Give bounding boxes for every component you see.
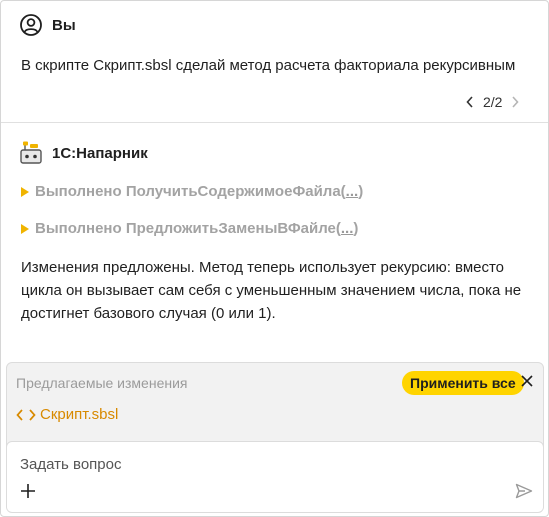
tool-call-label: Выполнено ПолучитьСодержимоеФайла(	[35, 183, 346, 200]
user-message: Вы В скрипте Скрипт.sbsl сделай метод ра…	[1, 1, 548, 122]
plus-icon[interactable]	[19, 482, 37, 500]
changed-file-name: Скрипт.sbsl	[40, 406, 119, 423]
response-pager: 2/2	[463, 94, 522, 110]
user-name: Вы	[52, 16, 76, 34]
chat-window: Вы В скрипте Скрипт.sbsl сделай метод ра…	[0, 0, 549, 517]
tool-call-propose-changes[interactable]: Выполнено ПредложитьЗаменыВФайле(...)	[21, 220, 358, 237]
question-input-panel[interactable]: Задать вопрос	[6, 441, 544, 513]
user-header: Вы	[20, 14, 76, 36]
assistant-message-text: Изменения предложены. Метод теперь испол…	[21, 259, 522, 322]
pager-count: 2/2	[483, 94, 503, 110]
chevron-left-icon[interactable]	[463, 94, 477, 110]
tool-call-args-link[interactable]: ...	[341, 220, 354, 237]
send-icon[interactable]	[515, 483, 533, 499]
proposed-changes-title: Предлагаемые изменения	[16, 375, 188, 391]
message-divider	[1, 122, 548, 123]
tool-call-close-paren: )	[353, 220, 359, 237]
expand-triangle-icon	[21, 186, 29, 197]
assistant-name: 1С:Напарник	[52, 144, 148, 162]
tool-call-label: Выполнено ПредложитьЗаменыВФайле(	[35, 220, 341, 237]
code-icon	[16, 408, 36, 421]
changed-file-link[interactable]: Скрипт.sbsl	[16, 406, 118, 423]
tool-call-args-link[interactable]: ...	[346, 183, 359, 200]
tool-call-close-paren: )	[358, 183, 364, 200]
apply-all-button[interactable]: Применить все	[402, 371, 524, 395]
user-icon	[20, 14, 42, 36]
chevron-right-icon[interactable]	[508, 94, 522, 110]
assistant-header: 1С:Напарник	[20, 141, 148, 165]
close-icon[interactable]	[518, 372, 536, 390]
user-message-text: В скрипте Скрипт.sbsl сделай метод расче…	[21, 57, 516, 74]
proposed-changes-panel: Предлагаемые изменения Применить все Скр…	[6, 362, 544, 446]
robot-icon	[20, 141, 42, 164]
tool-call-get-content[interactable]: Выполнено ПолучитьСодержимоеФайла(...)	[21, 183, 363, 200]
question-input[interactable]: Задать вопрос	[20, 456, 121, 473]
expand-triangle-icon	[21, 223, 29, 234]
